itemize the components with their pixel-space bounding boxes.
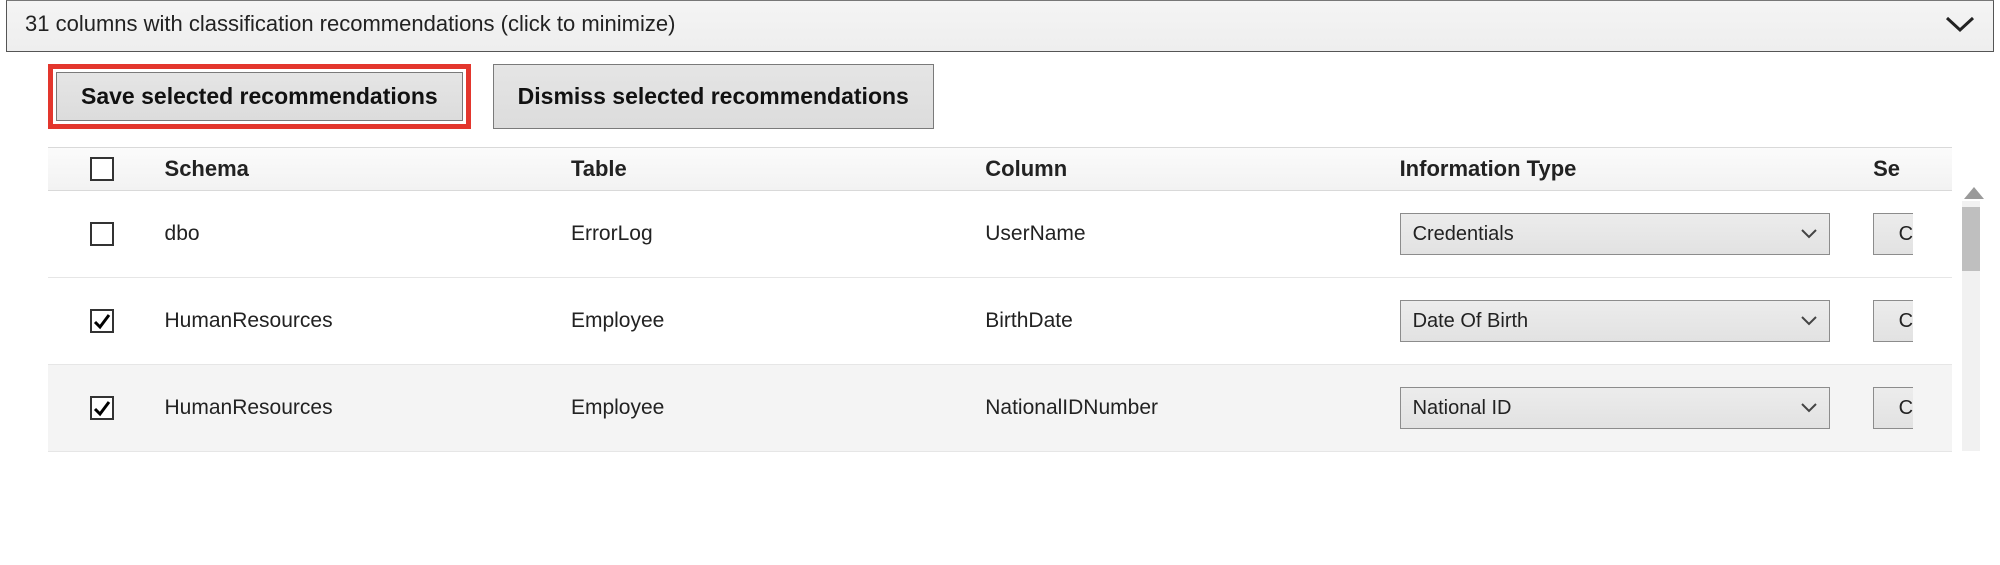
sensitivity-value: C — [1899, 223, 1913, 246]
select-all-checkbox[interactable] — [90, 157, 114, 181]
cell-column: UserName — [985, 222, 1399, 246]
row-checkbox[interactable] — [90, 396, 114, 420]
table-header: Schema Table Column Information Type Se — [48, 147, 1952, 191]
info-type-select[interactable]: Credentials — [1400, 213, 1830, 255]
chevron-down-icon — [1945, 15, 1975, 33]
header-table[interactable]: Table — [571, 156, 985, 182]
row-checkbox[interactable] — [90, 309, 114, 333]
table-row: HumanResources Employee NationalIDNumber… — [48, 365, 1952, 452]
save-button[interactable]: Save selected recommendations — [56, 72, 463, 121]
table-body: dbo ErrorLog UserName Credentials C — [48, 191, 1952, 452]
cell-schema: HumanResources — [157, 309, 571, 333]
sensitivity-select[interactable]: C — [1873, 387, 1913, 429]
cell-column: BirthDate — [985, 309, 1399, 333]
sensitivity-select[interactable]: C — [1873, 213, 1913, 255]
header-sensitivity[interactable]: Se — [1873, 156, 1952, 182]
info-type-select[interactable]: National ID — [1400, 387, 1830, 429]
action-bar: Save selected recommendations Dismiss se… — [0, 64, 2000, 147]
sensitivity-value: C — [1899, 397, 1913, 420]
info-type-value: Credentials — [1413, 223, 1514, 246]
cell-schema: HumanResources — [157, 396, 571, 420]
cell-column: NationalIDNumber — [985, 396, 1399, 420]
cell-schema: dbo — [157, 222, 571, 246]
recommendations-table: Schema Table Column Information Type Se … — [48, 147, 1952, 452]
row-checkbox[interactable] — [90, 222, 114, 246]
info-type-value: National ID — [1413, 397, 1512, 420]
sensitivity-value: C — [1899, 310, 1913, 333]
chevron-down-icon — [1801, 403, 1817, 413]
header-schema[interactable]: Schema — [157, 156, 571, 182]
save-highlight: Save selected recommendations — [48, 64, 471, 129]
cell-table: ErrorLog — [571, 222, 985, 246]
chevron-down-icon — [1801, 316, 1817, 326]
recommendations-banner[interactable]: 31 columns with classification recommend… — [6, 0, 1994, 52]
cell-table: Employee — [571, 396, 985, 420]
header-info-type[interactable]: Information Type — [1400, 156, 1874, 182]
table-row: dbo ErrorLog UserName Credentials C — [48, 191, 1952, 278]
info-type-select[interactable]: Date Of Birth — [1400, 300, 1830, 342]
scrollbar-thumb[interactable] — [1962, 207, 1980, 271]
chevron-down-icon — [1801, 229, 1817, 239]
dismiss-button[interactable]: Dismiss selected recommendations — [493, 64, 934, 129]
header-column[interactable]: Column — [985, 156, 1399, 182]
table-row: HumanResources Employee BirthDate Date O… — [48, 278, 1952, 365]
sensitivity-select[interactable]: C — [1873, 300, 1913, 342]
info-type-value: Date Of Birth — [1413, 310, 1529, 333]
cell-table: Employee — [571, 309, 985, 333]
scroll-up-arrow-icon[interactable] — [1964, 187, 1984, 199]
banner-text: 31 columns with classification recommend… — [25, 11, 675, 37]
